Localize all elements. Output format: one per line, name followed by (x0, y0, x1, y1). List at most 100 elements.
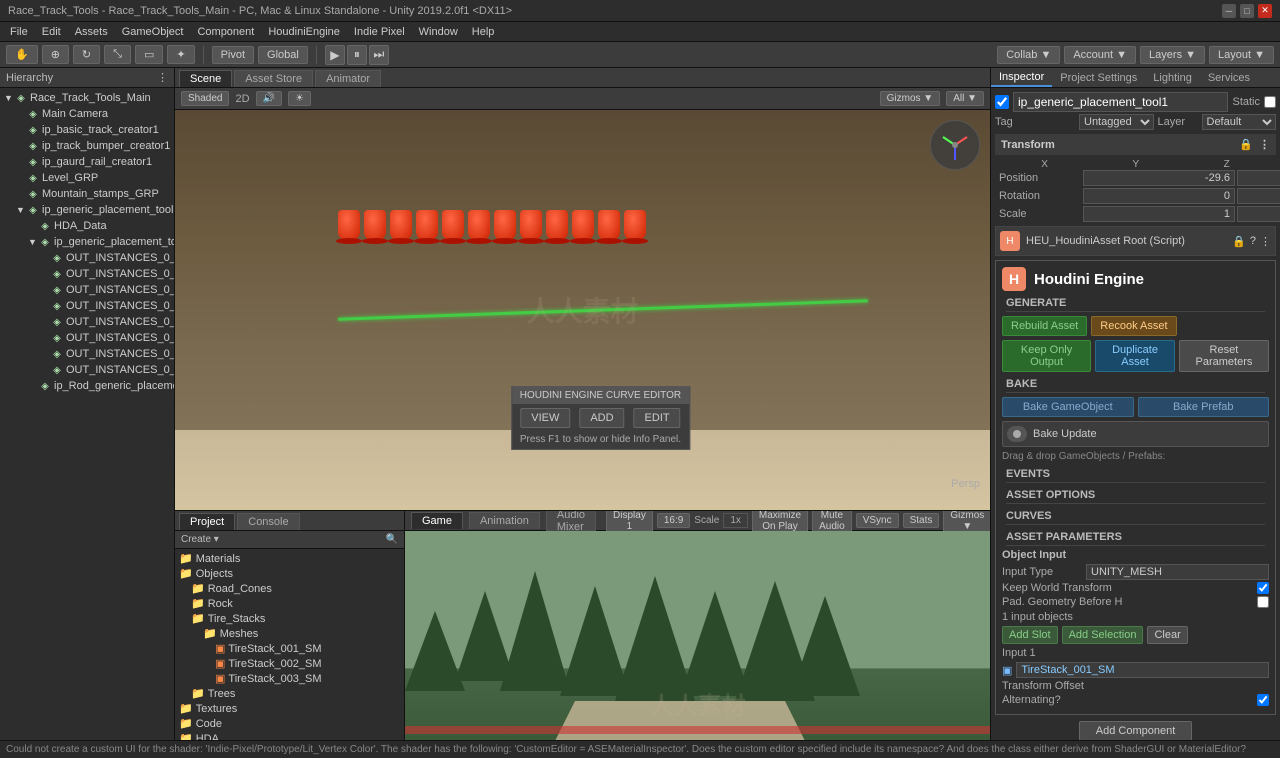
alternating-checkbox[interactable] (1257, 694, 1269, 706)
project-item-8[interactable]: ▣ TireStack_003_SM (175, 671, 404, 686)
menu-item-window[interactable]: Window (413, 24, 464, 40)
hierarchy-item-5[interactable]: ◈ Level_GRP (0, 170, 174, 186)
toolbar-move-btn[interactable]: ⊕ (42, 45, 69, 64)
transform-menu-icon[interactable]: ⋮ (1259, 138, 1270, 151)
all-button[interactable]: All ▼ (946, 91, 984, 106)
play-button[interactable]: ▶ (325, 45, 345, 65)
rot-x[interactable] (1083, 188, 1235, 204)
menu-item-component[interactable]: Component (191, 24, 260, 40)
curve-add-btn[interactable]: ADD (579, 408, 624, 428)
keep-world-checkbox[interactable] (1257, 582, 1269, 594)
project-item-3[interactable]: 📁 Rock (175, 596, 404, 611)
menu-item-edit[interactable]: Edit (36, 24, 67, 40)
layer-select[interactable]: Default (1202, 114, 1277, 130)
layers-button[interactable]: Layers ▼ (1140, 46, 1205, 64)
tab-animation[interactable]: Animation (469, 512, 540, 529)
pos-x[interactable] (1083, 170, 1235, 186)
tab-asset-store[interactable]: Asset Store (234, 70, 313, 87)
game-viewport[interactable]: Game Animation Audio Mixer Display 1 16:… (405, 510, 990, 740)
menu-item-gameobject[interactable]: GameObject (116, 24, 190, 40)
menu-item-file[interactable]: File (4, 24, 34, 40)
project-item-2[interactable]: 📁 Road_Cones (175, 581, 404, 596)
tab-console[interactable]: Console (237, 513, 299, 530)
hierarchy-item-6[interactable]: ◈ Mountain_stamps_GRP (0, 186, 174, 202)
layout-button[interactable]: Layout ▼ (1209, 46, 1274, 64)
hierarchy-item-15[interactable]: ◈ OUT_INSTANCES_0_Instan... (0, 330, 174, 346)
project-item-6[interactable]: ▣ TireStack_001_SM (175, 641, 404, 656)
static-checkbox[interactable] (1264, 96, 1276, 108)
hierarchy-menu-icon[interactable]: ⋮ (157, 71, 168, 84)
menu-item-houdiniengine[interactable]: HoudiniEngine (262, 24, 346, 40)
collab-button[interactable]: Collab ▼ (997, 46, 1060, 64)
tab-project-settings[interactable]: Project Settings (1052, 70, 1145, 86)
hierarchy-item-3[interactable]: ◈ ip_track_bumper_creator1 (0, 138, 174, 154)
project-item-10[interactable]: 📁 Textures (175, 701, 404, 716)
tab-inspector[interactable]: Inspector (991, 69, 1052, 87)
toolbar-hand-btn[interactable]: ✋ (6, 45, 38, 64)
duplicate-asset-btn[interactable]: Duplicate Asset (1095, 340, 1175, 372)
project-item-11[interactable]: 📁 Code (175, 716, 404, 731)
hierarchy-item-8[interactable]: ◈ HDA_Data (0, 218, 174, 234)
tab-animator[interactable]: Animator (315, 70, 381, 87)
minimize-button[interactable]: ─ (1222, 4, 1236, 18)
transform-section[interactable]: Transform 🔒 ⋮ (995, 134, 1276, 155)
project-item-7[interactable]: ▣ TireStack_002_SM (175, 656, 404, 671)
maximize-play-btn[interactable]: Maximize On Play (752, 510, 808, 534)
tab-project[interactable]: Project (179, 513, 235, 530)
shaded-button[interactable]: Shaded (181, 91, 229, 106)
game-gizmos-btn[interactable]: Gizmos ▼ (943, 510, 990, 534)
project-item-0[interactable]: 📁 Materials (175, 551, 404, 566)
tirestack-ref[interactable]: TireStack_001_SM (1016, 662, 1269, 678)
toolbar-combo-btn[interactable]: ✦ (167, 45, 194, 64)
hierarchy-item-16[interactable]: ◈ OUT_INSTANCES_0_Instan... (0, 346, 174, 362)
step-button[interactable]: ⏭ (369, 45, 389, 65)
hierarchy-item-11[interactable]: ◈ OUT_INSTANCES_0_Instan... (0, 266, 174, 282)
scale-x[interactable] (1083, 206, 1235, 222)
display-btn[interactable]: Display 1 (606, 510, 653, 534)
bake-update-row[interactable]: Bake Update (1002, 421, 1269, 447)
hierarchy-item-4[interactable]: ◈ ip_gaurd_rail_creator1 (0, 154, 174, 170)
toolbar-rotate-btn[interactable]: ↻ (73, 45, 100, 64)
global-button[interactable]: Global (258, 46, 308, 64)
tab-lighting[interactable]: Lighting (1145, 70, 1200, 86)
account-button[interactable]: Account ▼ (1064, 46, 1136, 64)
project-item-12[interactable]: 📁 HDA (175, 731, 404, 740)
tab-game[interactable]: Game (411, 512, 463, 529)
curve-edit-btn[interactable]: EDIT (634, 408, 681, 428)
stats-btn[interactable]: Stats (903, 513, 940, 528)
clear-btn[interactable]: Clear (1147, 626, 1187, 644)
vsync-btn[interactable]: VSync (856, 513, 899, 528)
hierarchy-item-13[interactable]: ◈ OUT_INSTANCES_0_Instan... (0, 298, 174, 314)
hierarchy-item-17[interactable]: ◈ OUT_INSTANCES_0_Instan... (0, 362, 174, 378)
scene-viewport[interactable]: 人人素材 HOUDINI ENGINE CURVE EDITOR (175, 110, 990, 510)
bake-gameobject-btn[interactable]: Bake GameObject (1002, 397, 1134, 417)
hierarchy-item-9[interactable]: ▼ ◈ ip_generic_placement_tools_G... (0, 234, 174, 250)
gizmos-button[interactable]: Gizmos ▼ (880, 91, 941, 106)
close-button[interactable]: ✕ (1258, 4, 1272, 18)
toolbar-scale-btn[interactable]: ⤡ (104, 45, 131, 64)
hierarchy-item-14[interactable]: ◈ OUT_INSTANCES_0_Instan... (0, 314, 174, 330)
gameobj-name-input[interactable] (1013, 92, 1228, 112)
hierarchy-item-0[interactable]: ▼ ◈ Race_Track_Tools_Main (0, 90, 174, 106)
add-slot-btn[interactable]: Add Slot (1002, 626, 1058, 644)
add-component-btn[interactable]: Add Component (1079, 721, 1193, 740)
hierarchy-item-10[interactable]: ◈ OUT_INSTANCES_0_Instan... (0, 250, 174, 266)
hierarchy-item-2[interactable]: ◈ ip_basic_track_creator1 (0, 122, 174, 138)
gameobj-active-checkbox[interactable] (995, 95, 1009, 109)
mute-audio-btn[interactable]: Mute Audio (812, 510, 852, 534)
project-item-1[interactable]: 📁 Objects (175, 566, 404, 581)
pad-geo-checkbox[interactable] (1257, 596, 1269, 608)
bake-prefab-btn[interactable]: Bake Prefab (1138, 397, 1270, 417)
menu-item-help[interactable]: Help (466, 24, 501, 40)
hierarchy-item-7[interactable]: ▼ ◈ ip_generic_placement_tool1 (0, 202, 174, 218)
project-item-9[interactable]: 📁 Trees (175, 686, 404, 701)
project-item-4[interactable]: 📁 Tire_Stacks (175, 611, 404, 626)
recook-asset-btn[interactable]: Recook Asset (1091, 316, 1176, 336)
scene-light-btn[interactable]: ☀ (288, 91, 311, 106)
scene-audio-btn[interactable]: 🔊 (256, 91, 282, 106)
scale-value[interactable]: 1x (723, 513, 748, 528)
hierarchy-item-12[interactable]: ◈ OUT_INSTANCES_0_Instan... (0, 282, 174, 298)
toolbar-rect-btn[interactable]: ▭ (135, 45, 163, 64)
menu-item-indie-pixel[interactable]: Indie Pixel (348, 24, 411, 40)
pos-y[interactable] (1237, 170, 1280, 186)
